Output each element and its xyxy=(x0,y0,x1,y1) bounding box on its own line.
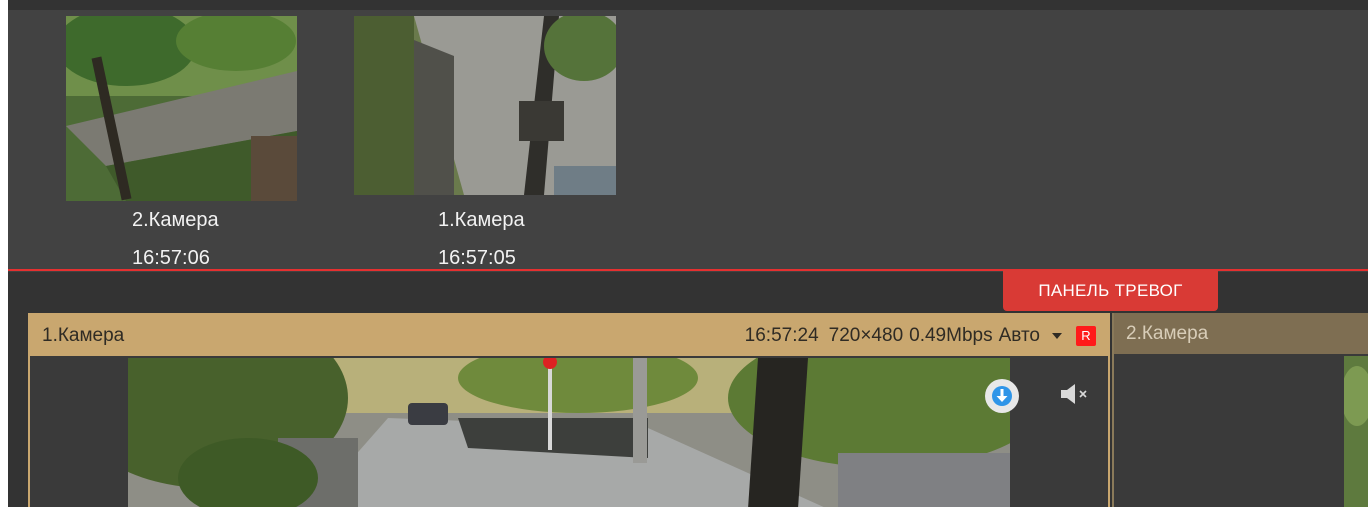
camera-title: 2.Камера xyxy=(1126,322,1209,344)
recording-badge[interactable]: R xyxy=(1076,325,1096,346)
stream-bitrate: 0.49Mbps xyxy=(909,324,993,346)
quality-dropdown-icon[interactable] xyxy=(1052,332,1062,339)
mute-icon xyxy=(1061,384,1087,404)
thumbnail-time: 16:57:05 xyxy=(438,247,516,269)
alarm-panel-tab[interactable]: ПАНЕЛЬ ТРЕВОГ xyxy=(1003,270,1218,311)
camera-header[interactable]: 1.Камера 16:57:24 720×480 0.49Mbps Авто … xyxy=(30,315,1108,356)
camera-video-feed[interactable] xyxy=(128,358,1010,507)
alarm-panel: 2.Камера 16:57:06 1.Камера 16:57:05 xyxy=(8,10,1368,272)
camera-tile-1[interactable]: 1.Камера 16:57:24 720×480 0.49Mbps Авто … xyxy=(28,313,1110,507)
snapshot-image xyxy=(354,16,616,195)
stream-time: 16:57:24 xyxy=(744,324,819,346)
thumbnail-camera-name: 1.Камера xyxy=(438,209,525,231)
camera-tile-2[interactable]: 2.Камера xyxy=(1112,313,1368,507)
stream-resolution: 720×480 xyxy=(828,324,904,346)
camera-video-feed[interactable] xyxy=(1344,356,1368,507)
video-frame xyxy=(1344,356,1368,507)
video-frame xyxy=(128,358,1010,507)
surveillance-app: 2.Камера 16:57:06 1.Камера 16:57:05 ПАНЕ… xyxy=(8,0,1368,507)
alarm-snapshot[interactable] xyxy=(66,16,297,201)
snapshot-image xyxy=(66,16,297,201)
mute-button[interactable] xyxy=(1055,377,1095,411)
download-icon xyxy=(992,386,1012,406)
alarm-snapshot[interactable] xyxy=(354,16,616,195)
download-button[interactable] xyxy=(985,379,1019,413)
camera-title: 1.Камера xyxy=(42,324,125,346)
stream-quality[interactable]: Авто xyxy=(999,325,1040,347)
thumbnail-camera-name: 2.Камера xyxy=(132,209,219,231)
thumbnail-time: 16:57:06 xyxy=(132,247,210,269)
camera-header[interactable]: 2.Камера xyxy=(1114,313,1368,354)
